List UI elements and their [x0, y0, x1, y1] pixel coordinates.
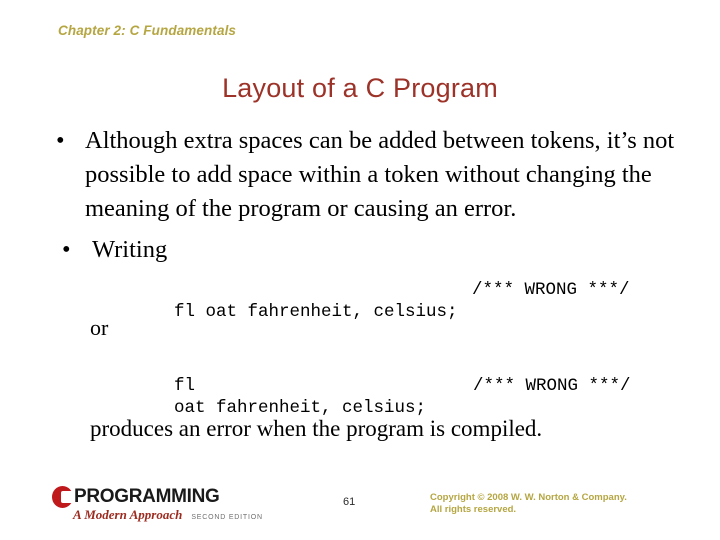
- bullet-item-1-text: Although extra spaces can be added betwe…: [85, 127, 675, 222]
- code-block-2-comment: /*** WRONG ***/: [473, 376, 631, 396]
- page-title: Layout of a C Program: [222, 73, 498, 103]
- copyright-line-1: Copyright © 2008 W. W. Norton & Company.: [430, 492, 627, 503]
- bullet-marker-icon: •: [56, 127, 65, 154]
- slide-footer: PROGRAMMING A Modern Approach Second Edi…: [0, 484, 720, 540]
- bullet-item-2: • Writing: [0, 233, 720, 267]
- slide: Chapter 2: C Fundamentals Layout of a C …: [0, 0, 720, 540]
- chapter-header: Chapter 2: C Fundamentals: [58, 23, 237, 38]
- code-block-1-comment: /*** WRONG ***/: [472, 280, 630, 300]
- bullet-marker-icon: •: [62, 236, 71, 263]
- bullet-item-1: • Although extra spaces can be added bet…: [0, 124, 720, 226]
- logo-edition: Second Edition: [191, 514, 263, 521]
- code-block-1-code: fl oat fahrenheit, celsius;: [174, 302, 458, 322]
- page-number: 61: [343, 496, 356, 508]
- code-block-1: fl oat fahrenheit, celsius; /*** WRONG **…: [90, 279, 720, 322]
- bullet-item-2-text: Writing: [92, 236, 168, 263]
- logo-secondary-row: A Modern Approach Second Edition: [73, 508, 263, 525]
- code-block-2-line-1: fl: [90, 353, 720, 396]
- logo-primary-row: PROGRAMMING: [52, 486, 220, 508]
- c-mark-icon: [52, 486, 74, 508]
- slide-body: • Although extra spaces can be added bet…: [0, 124, 720, 443]
- copyright-notice: Copyright © 2008 W. W. Norton & Company.…: [430, 492, 627, 516]
- logo-subtitle: A Modern Approach: [73, 507, 183, 522]
- code-block-2-line-2: oat fahrenheit, celsius; /*** WRONG ***/: [90, 375, 720, 418]
- copyright-line-2: All rights reserved.: [430, 504, 517, 515]
- code-area: fl oat fahrenheit, celsius; /*** WRONG **…: [0, 279, 720, 418]
- logo-wordmark: PROGRAMMING: [74, 486, 220, 507]
- code-block-2-code-line-2: oat fahrenheit, celsius;: [174, 398, 427, 418]
- book-logo: PROGRAMMING A Modern Approach Second Edi…: [52, 486, 302, 534]
